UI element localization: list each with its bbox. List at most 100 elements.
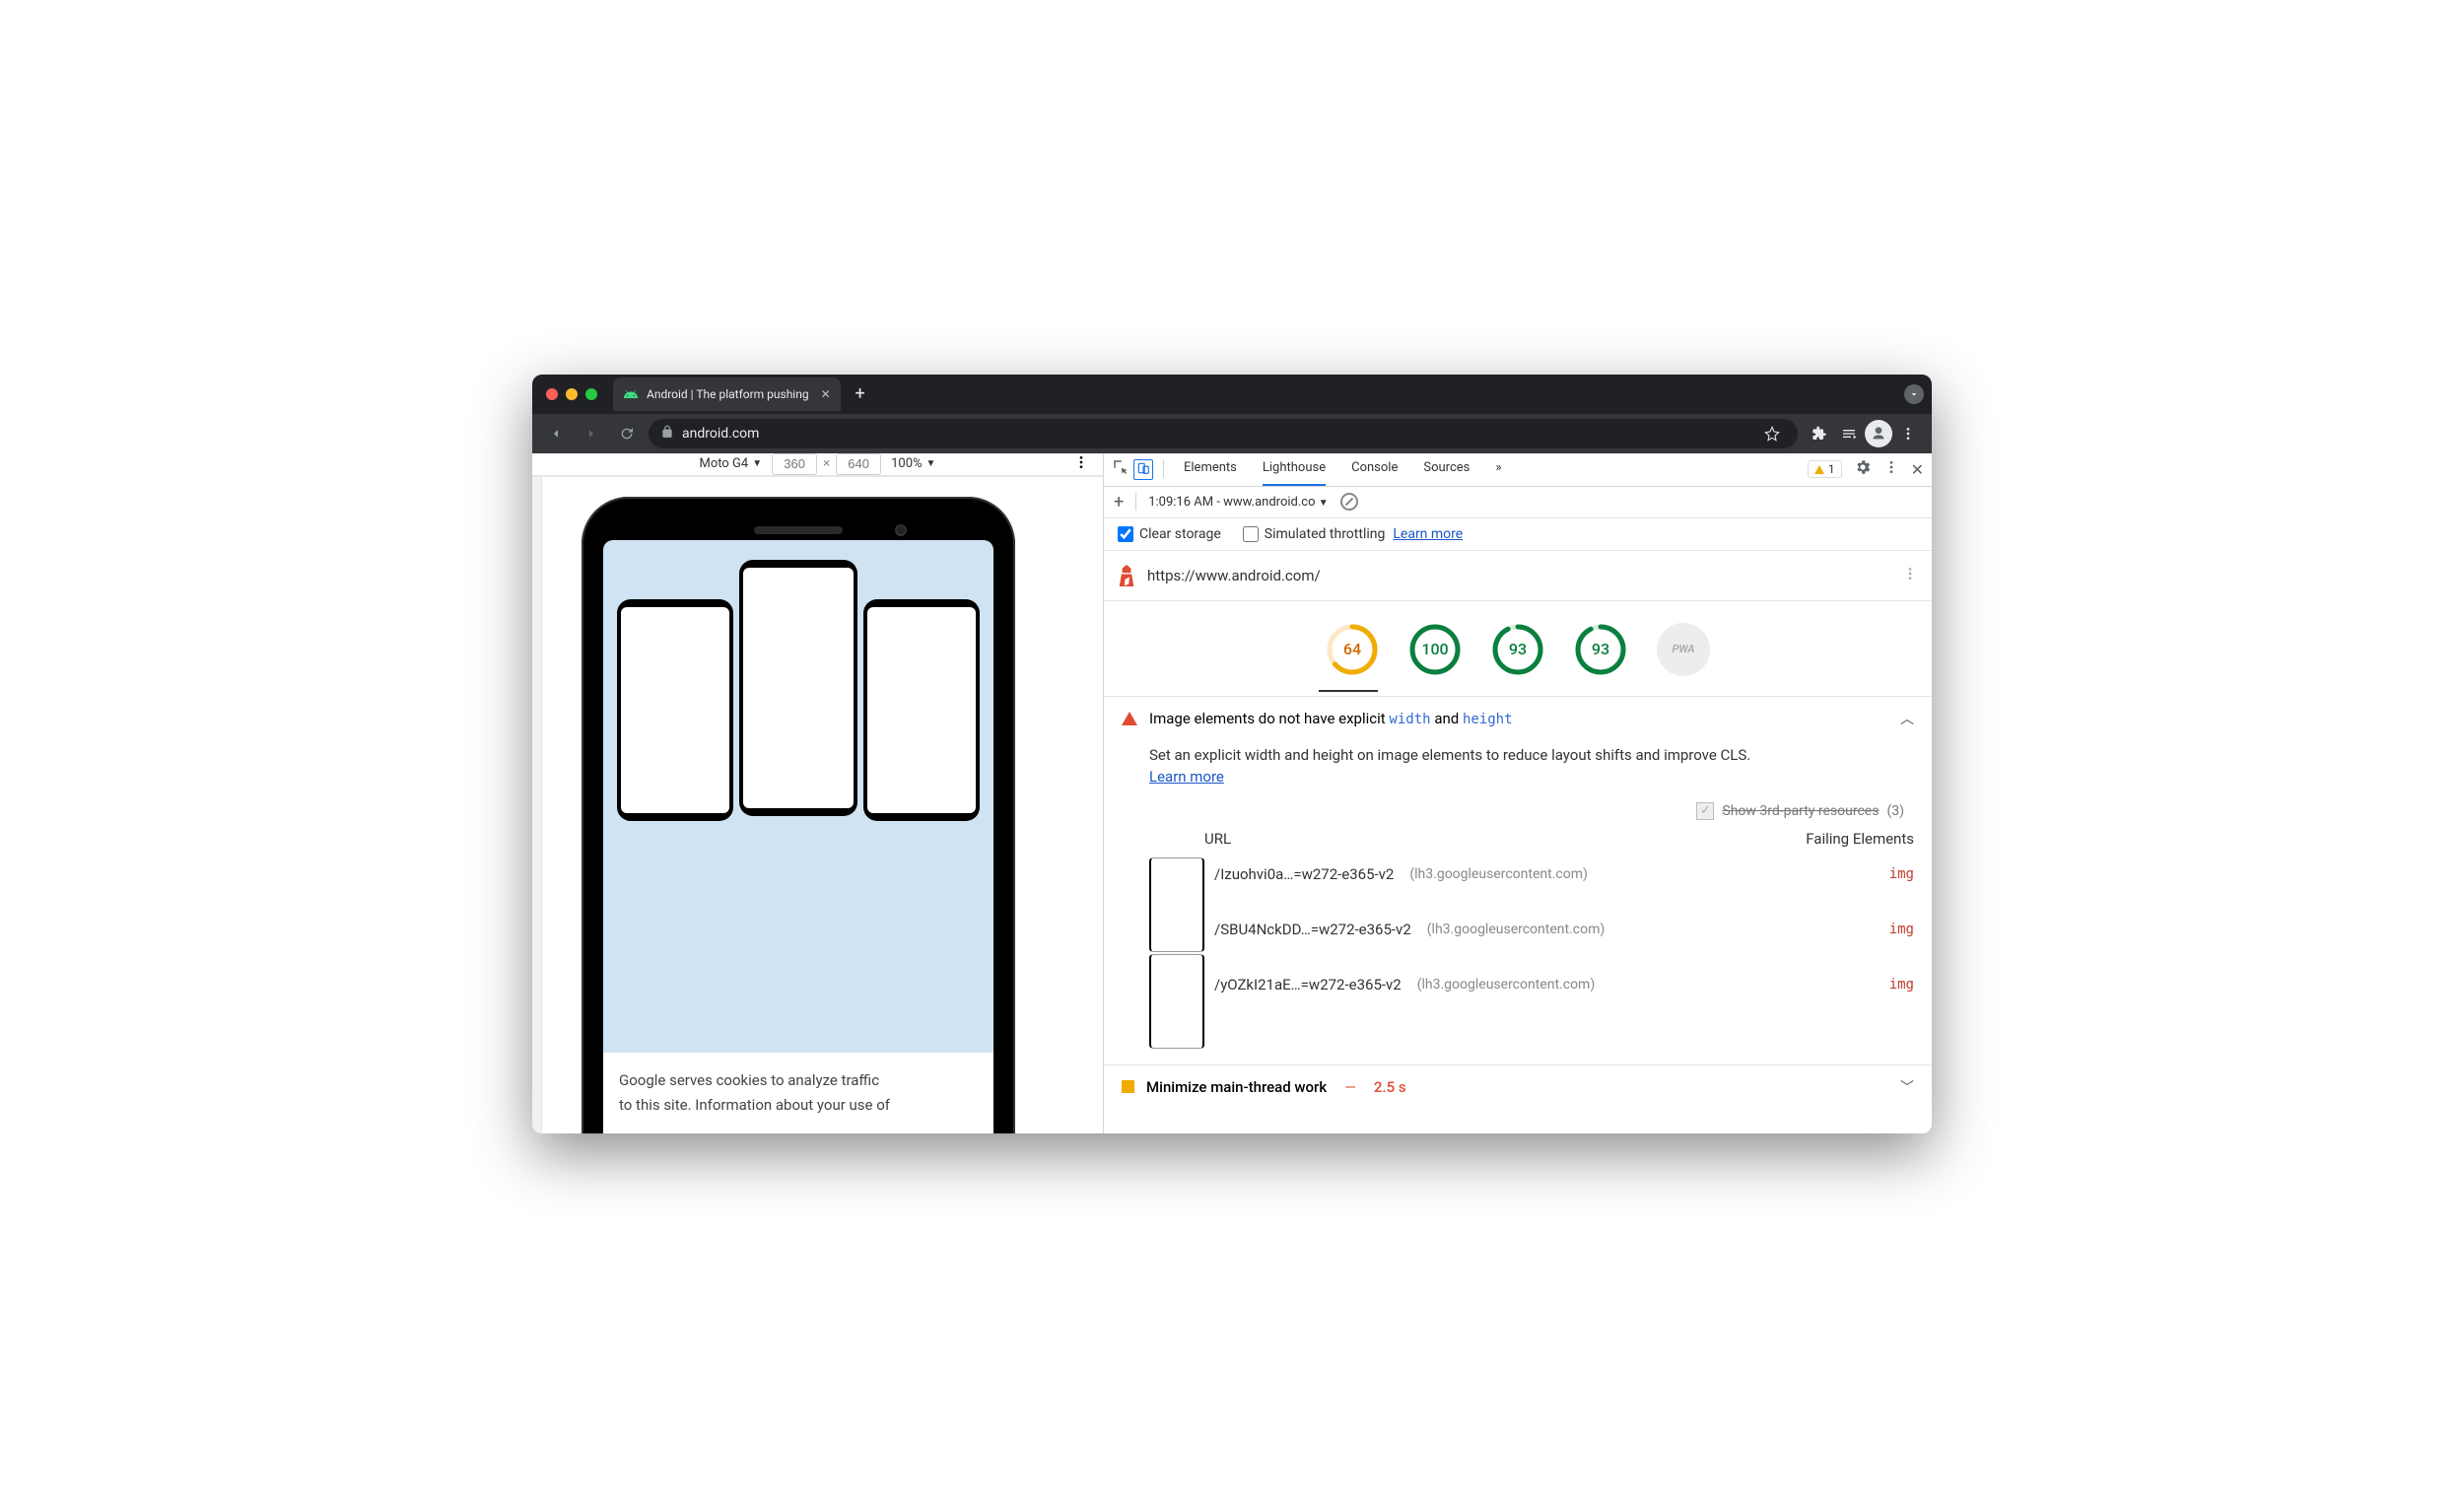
emulated-viewport[interactable]: Google serves cookies to analyze traffic…: [542, 477, 1103, 1133]
lock-icon: [660, 425, 674, 443]
audit-main-thread: Minimize main-thread work — 2.5 s ﹀: [1104, 1064, 1932, 1109]
tab-more[interactable]: »: [1495, 452, 1501, 486]
score-performance[interactable]: 64: [1326, 623, 1379, 676]
third-party-filter: ✓ Show 3rd-party resources (3): [1104, 802, 1932, 830]
tab-title: Android | The platform pushing: [647, 387, 809, 401]
chevron-down-icon: ▼: [926, 458, 936, 469]
devtools-header: Elements Lighthouse Console Sources » 1: [1104, 453, 1932, 487]
browser-tab[interactable]: Android | The platform pushing ✕: [613, 377, 841, 411]
fail-element: img: [1889, 866, 1914, 882]
star-icon[interactable]: [1758, 420, 1786, 447]
window-controls: [540, 388, 597, 400]
device-toolbar-menu-icon[interactable]: [1073, 454, 1089, 474]
device-dimensions: ×: [772, 453, 881, 475]
tab-console[interactable]: Console: [1351, 452, 1398, 486]
tested-url: https://www.android.com/: [1147, 567, 1321, 584]
devtools-panel: Elements Lighthouse Console Sources » 1: [1104, 453, 1932, 1133]
devtools-settings-icon[interactable]: [1854, 458, 1872, 480]
tab-sources[interactable]: Sources: [1423, 452, 1470, 486]
warning-square-icon: [1122, 1080, 1134, 1093]
device-height-input[interactable]: [836, 453, 881, 475]
hero-phone-right: [863, 599, 980, 821]
lighthouse-scores: 64 100 93 93 PWA: [1104, 601, 1932, 690]
chrome-menu-icon[interactable]: [1894, 420, 1922, 447]
url-host: (lh3.googleusercontent.com): [1409, 866, 1587, 882]
score-best-practices[interactable]: 93: [1491, 623, 1544, 676]
dimension-times: ×: [823, 456, 830, 471]
tab-close-icon[interactable]: ✕: [821, 387, 831, 401]
score-active-underline: [1319, 690, 1378, 692]
clear-storage-checkbox[interactable]: Clear storage: [1118, 526, 1221, 542]
maximize-window-icon[interactable]: [585, 388, 597, 400]
score-value: 64: [1326, 623, 1379, 676]
simulated-throttling-checkbox[interactable]: Simulated throttling: [1243, 526, 1386, 542]
audit-image-dimensions: Image elements do not have explicit widt…: [1104, 696, 1932, 1064]
audit-metric: 2.5 s: [1374, 1078, 1406, 1096]
warnings-badge[interactable]: 1: [1808, 460, 1842, 478]
lighthouse-run-select[interactable]: 1:09:16 AM - www.android.co ▼: [1148, 495, 1328, 510]
chevron-up-icon: ︿: [1900, 709, 1914, 728]
table-row[interactable]: /SBU4NckDD…=w272-e365-v2 (lh3.googleuser…: [1214, 913, 1914, 946]
report-menu-icon[interactable]: [1902, 566, 1918, 585]
browser-window: Android | The platform pushing ✕ + andro…: [532, 375, 1932, 1133]
reload-icon[interactable]: [613, 420, 641, 447]
profile-avatar-icon[interactable]: [1865, 420, 1892, 447]
device-width-input[interactable]: [772, 453, 817, 475]
zoom-select[interactable]: 100% ▼: [891, 456, 935, 471]
audit-header[interactable]: Minimize main-thread work — 2.5 s ﹀: [1104, 1065, 1932, 1109]
audit-learn-more-link[interactable]: Learn more: [1149, 768, 1224, 786]
tab-elements[interactable]: Elements: [1184, 452, 1237, 486]
zoom-value: 100%: [891, 456, 922, 471]
tab-lighthouse[interactable]: Lighthouse: [1263, 452, 1326, 486]
inspect-element-icon[interactable]: [1112, 458, 1129, 480]
third-party-checkbox[interactable]: ✓: [1696, 802, 1714, 820]
url-path: /SBU4NckDD…=w272-e365-v2: [1214, 921, 1411, 938]
metric-dash: —: [1344, 1078, 1356, 1096]
device-camera-icon: [895, 524, 907, 536]
minimize-window-icon[interactable]: [566, 388, 578, 400]
lighthouse-run-label: 1:09:16 AM - www.android.co: [1148, 495, 1315, 510]
url-path: /Izuohvi0a…=w272-e365-v2: [1214, 865, 1394, 883]
device-emulation-pane: Moto G4 ▼ × 100% ▼: [532, 453, 1104, 1133]
devtools-close-icon[interactable]: ✕: [1911, 460, 1924, 479]
reading-list-icon[interactable]: [1835, 420, 1863, 447]
device-select[interactable]: Moto G4 ▼: [700, 456, 763, 471]
workspace: Moto G4 ▼ × 100% ▼: [532, 453, 1932, 1133]
cookie-banner-line2: to this site. Information about your use…: [603, 1091, 993, 1117]
score-seo[interactable]: 93: [1574, 623, 1627, 676]
chevron-down-icon: ▼: [1319, 498, 1329, 509]
tab-search-icon[interactable]: [1904, 384, 1924, 404]
lighthouse-new-report-icon[interactable]: +: [1114, 492, 1124, 513]
chevron-down-icon: ▼: [752, 458, 762, 469]
back-icon[interactable]: [542, 420, 570, 447]
clear-all-icon[interactable]: [1340, 493, 1358, 511]
close-window-icon[interactable]: [546, 388, 558, 400]
forward-icon[interactable]: [578, 420, 605, 447]
url-host: (lh3.googleusercontent.com): [1417, 977, 1595, 993]
url-input[interactable]: android.com: [649, 419, 1798, 448]
toggle-device-mode-icon[interactable]: [1133, 459, 1153, 480]
android-favicon: [623, 386, 639, 402]
options-learn-more-link[interactable]: Learn more: [1393, 526, 1463, 542]
new-tab-button[interactable]: +: [847, 380, 874, 408]
table-row[interactable]: /Izuohvi0a…=w272-e365-v2 (lh3.googleuser…: [1214, 857, 1914, 891]
url-text: android.com: [682, 426, 759, 442]
lighthouse-url-row: https://www.android.com/: [1104, 551, 1932, 601]
extensions-icon[interactable]: [1806, 420, 1833, 447]
tab-strip: Android | The platform pushing ✕ +: [532, 375, 1932, 414]
table-header: URL Failing Elements: [1149, 830, 1914, 848]
score-pwa[interactable]: PWA: [1657, 623, 1710, 676]
devtools-menu-icon[interactable]: [1883, 459, 1899, 479]
third-party-count: (3): [1886, 803, 1904, 819]
thumbnail-icon: [1149, 954, 1204, 1049]
table-row[interactable]: /yOZkI21aE…=w272-e365-v2 (lh3.googleuser…: [1214, 968, 1914, 1001]
lighthouse-options: Clear storage Simulated throttling Learn…: [1104, 518, 1932, 551]
audit-description: Set an explicit width and height on imag…: [1104, 740, 1932, 802]
device-frame: Google serves cookies to analyze traffic…: [582, 497, 1015, 1133]
third-party-label: Show 3rd-party resources: [1722, 803, 1879, 819]
score-value: 100: [1408, 623, 1462, 676]
address-bar: android.com: [532, 414, 1932, 453]
audit-header[interactable]: Image elements do not have explicit widt…: [1104, 697, 1932, 740]
score-accessibility[interactable]: 100: [1408, 623, 1462, 676]
url-host: (lh3.googleusercontent.com): [1427, 922, 1605, 937]
